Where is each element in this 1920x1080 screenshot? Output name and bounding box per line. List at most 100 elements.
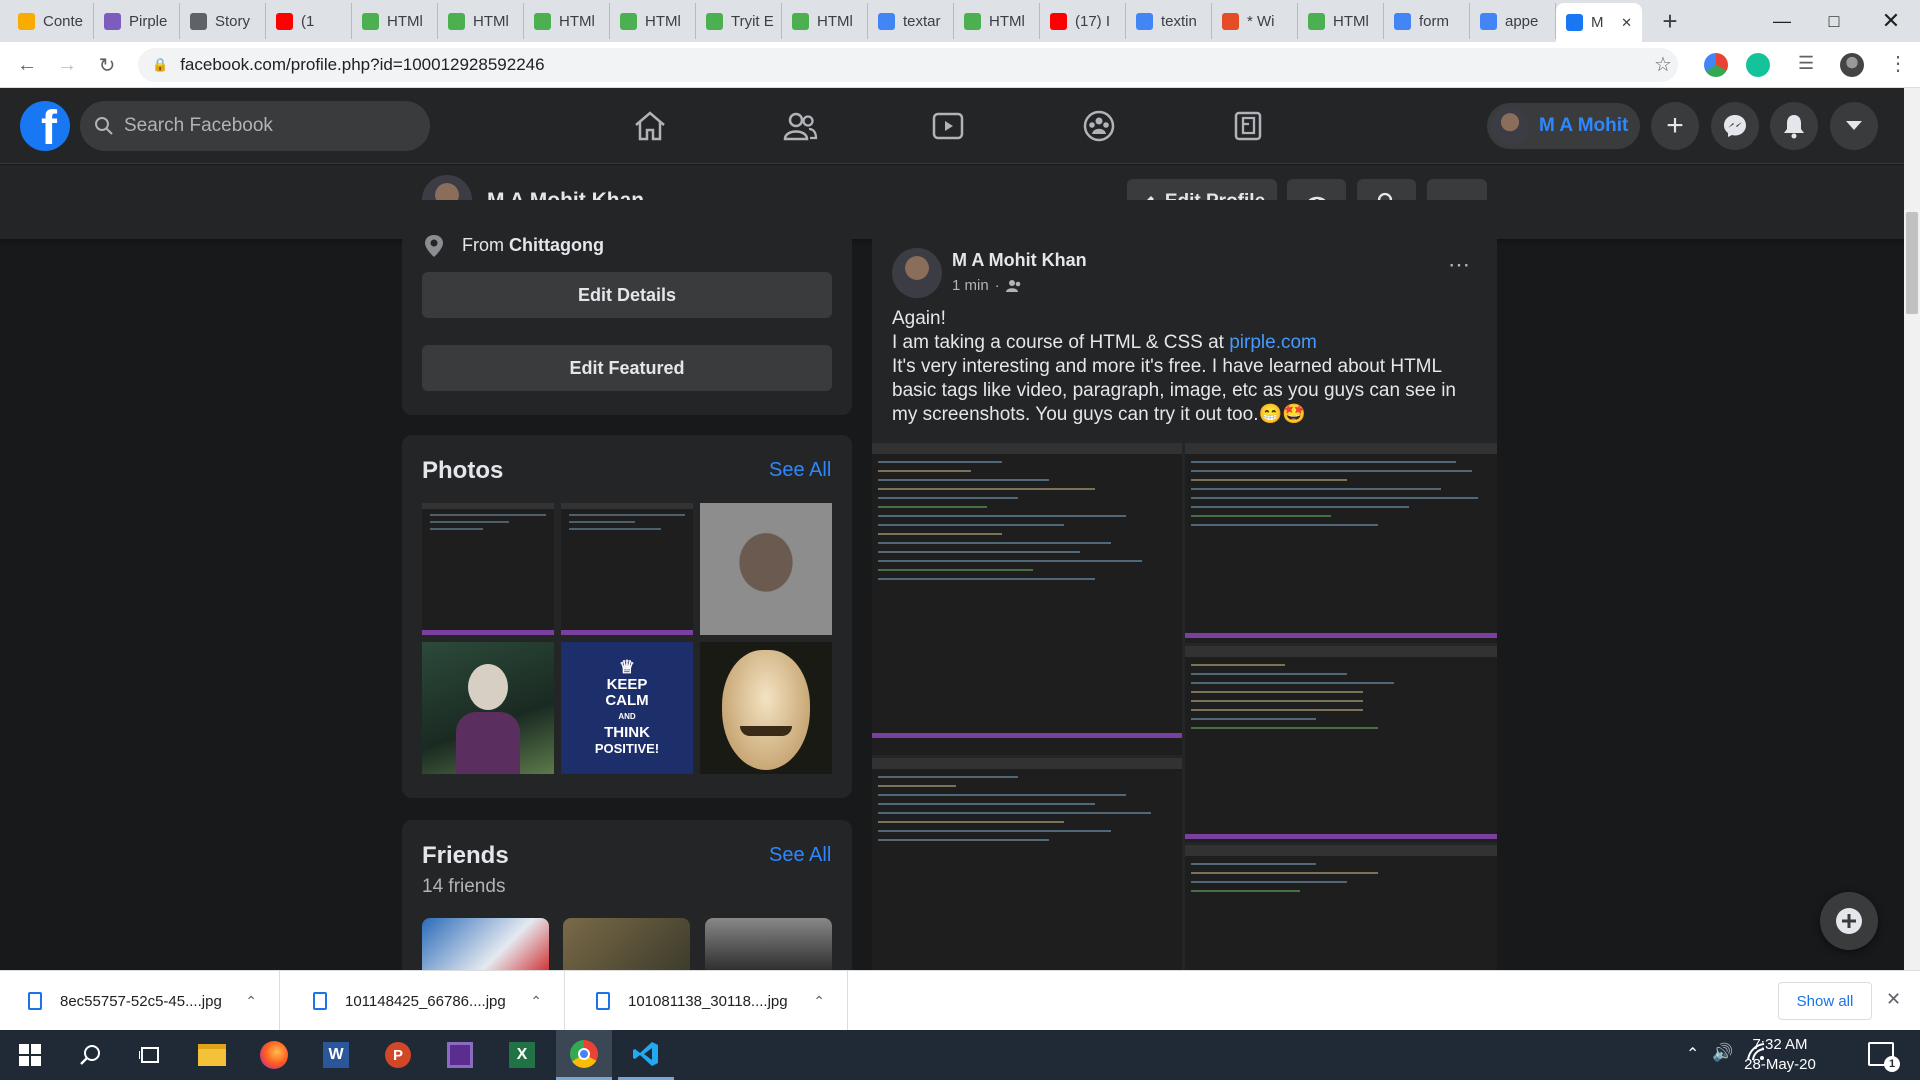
home-nav-icon[interactable]: [620, 98, 680, 154]
show-all-downloads-button[interactable]: Show all: [1778, 982, 1872, 1020]
chevron-up-icon[interactable]: ⌃: [813, 993, 825, 1010]
gaming-nav-icon[interactable]: [1218, 98, 1278, 154]
google-icon: [1394, 12, 1411, 30]
browser-tab[interactable]: HTMl: [610, 3, 696, 39]
account-menu-caret-icon[interactable]: [1830, 102, 1878, 150]
back-button[interactable]: ←: [12, 50, 42, 80]
download-item[interactable]: 101081138_30118....jpg ⌃: [568, 971, 848, 1031]
pirple-link[interactable]: pirple.com: [1229, 332, 1317, 353]
new-tab-button[interactable]: +: [1650, 3, 1690, 39]
chevron-up-icon[interactable]: ⌃: [245, 993, 257, 1010]
browser-tab[interactable]: Story: [180, 3, 266, 39]
post-options-icon[interactable]: ⋯: [1448, 252, 1470, 278]
close-tab-icon[interactable]: ✕: [1621, 15, 1632, 31]
from-city-link[interactable]: Chittagong: [509, 235, 604, 255]
browser-tab[interactable]: textar: [868, 3, 954, 39]
post-timestamp[interactable]: 1 min: [952, 277, 989, 294]
browser-tab[interactable]: Pirple: [94, 3, 180, 39]
photo-thumbnail[interactable]: [700, 642, 832, 774]
photo-thumbnail[interactable]: ♕ KEEP CALM AND THINK POSITIVE!: [561, 642, 693, 774]
photo-thumbnail[interactable]: [700, 503, 832, 635]
browser-tab[interactable]: textin: [1126, 3, 1212, 39]
browser-tab[interactable]: (1: [266, 3, 352, 39]
user-profile-chip[interactable]: M A Mohit: [1487, 103, 1640, 149]
tab-title: HTMl: [817, 12, 853, 30]
browser-tab[interactable]: HTMl: [782, 3, 868, 39]
close-window-button[interactable]: ✕: [1862, 0, 1920, 42]
taskbar-clock[interactable]: 7:32 AM 28-May-20: [1735, 1035, 1825, 1075]
edit-details-button[interactable]: Edit Details: [422, 272, 832, 318]
download-filename: 8ec55757-52c5-45....jpg: [60, 992, 222, 1010]
post-screenshot-image[interactable]: [1185, 845, 1497, 970]
browser-tab[interactable]: HTMl: [352, 3, 438, 39]
firefox-icon[interactable]: [246, 1030, 302, 1080]
windows-start-icon[interactable]: [2, 1030, 58, 1080]
browser-tab[interactable]: * Wi: [1212, 3, 1298, 39]
address-bar[interactable]: 🔒 facebook.com/profile.php?id=1000129285…: [138, 48, 1678, 82]
minimize-button[interactable]: —: [1753, 0, 1811, 42]
facebook-search-input[interactable]: Search Facebook: [80, 101, 430, 151]
browser-tab[interactable]: appe: [1470, 3, 1556, 39]
reload-button[interactable]: ↻: [92, 50, 122, 80]
post-screenshot-image[interactable]: [1185, 646, 1497, 842]
friends-audience-icon[interactable]: [1005, 279, 1022, 293]
media-control-icon[interactable]: ☰: [1798, 53, 1814, 74]
new-message-button[interactable]: [1820, 892, 1878, 950]
chrome-profile-avatar[interactable]: [1840, 53, 1864, 77]
friend-thumbnail[interactable]: [563, 918, 690, 978]
vscode-icon[interactable]: [618, 1030, 674, 1080]
create-button[interactable]: +: [1651, 102, 1699, 150]
friends-see-all-link[interactable]: See All: [769, 844, 831, 867]
file-explorer-icon[interactable]: [184, 1030, 240, 1080]
system-tray-chevron-icon[interactable]: ⌃: [1686, 1044, 1699, 1064]
messenger-icon[interactable]: [1711, 102, 1759, 150]
taskbar-search-icon[interactable]: [62, 1030, 118, 1080]
friends-nav-icon[interactable]: [770, 98, 830, 154]
youtube-icon: [1050, 12, 1067, 30]
browser-tab[interactable]: Conte: [8, 3, 94, 39]
edit-featured-button[interactable]: Edit Featured: [422, 345, 832, 391]
browser-tab[interactable]: (17) I: [1040, 3, 1126, 39]
forward-button[interactable]: →: [52, 50, 82, 80]
photo-thumbnail[interactable]: [561, 503, 693, 635]
download-item[interactable]: 101148425_66786....jpg ⌃: [285, 971, 565, 1031]
watch-nav-icon[interactable]: [918, 98, 978, 154]
calculator-icon[interactable]: [432, 1030, 488, 1080]
post-author-name[interactable]: M A Mohit Khan: [952, 250, 1087, 271]
photo-thumbnail[interactable]: [422, 503, 554, 635]
post-screenshot-image[interactable]: [872, 758, 1182, 970]
groups-nav-icon[interactable]: [1069, 98, 1129, 154]
excel-icon[interactable]: X: [494, 1030, 550, 1080]
browser-tab[interactable]: M ✕: [1556, 3, 1642, 42]
post-screenshot-image[interactable]: [872, 443, 1182, 755]
notifications-bell-icon[interactable]: [1770, 102, 1818, 150]
powerpoint-icon[interactable]: P: [370, 1030, 426, 1080]
friend-thumbnail[interactable]: [705, 918, 832, 978]
extension-icon[interactable]: [1704, 53, 1728, 77]
browser-tab[interactable]: HTMl: [438, 3, 524, 39]
chrome-menu-icon[interactable]: ⋮: [1888, 51, 1908, 76]
browser-tab[interactable]: HTMl: [954, 3, 1040, 39]
friend-thumbnail[interactable]: [422, 918, 549, 978]
photos-see-all-link[interactable]: See All: [769, 459, 831, 482]
facebook-logo-icon[interactable]: f: [20, 101, 70, 151]
word-icon[interactable]: W: [308, 1030, 364, 1080]
browser-tab[interactable]: HTMl: [524, 3, 610, 39]
download-item[interactable]: 8ec55757-52c5-45....jpg ⌃: [0, 971, 280, 1031]
post-author-avatar[interactable]: [892, 248, 942, 298]
task-view-icon[interactable]: [122, 1030, 178, 1080]
chrome-taskbar-icon[interactable]: [556, 1030, 612, 1080]
close-download-shelf-icon[interactable]: ✕: [1886, 989, 1901, 1010]
scrollbar-thumb[interactable]: [1906, 212, 1918, 314]
grammarly-icon[interactable]: [1746, 53, 1770, 77]
post-screenshot-image[interactable]: [1185, 443, 1497, 643]
volume-icon[interactable]: 🔊: [1712, 1043, 1733, 1063]
bookmark-star-icon[interactable]: ☆: [1654, 52, 1672, 77]
maximize-button[interactable]: □: [1805, 0, 1863, 42]
browser-tab[interactable]: form: [1384, 3, 1470, 39]
chevron-up-icon[interactable]: ⌃: [530, 993, 542, 1010]
photo-thumbnail[interactable]: [422, 642, 554, 774]
facebook-header: f Search Facebook M A Mohit +: [0, 88, 1904, 164]
browser-tab[interactable]: Tryit E: [696, 3, 782, 39]
browser-tab[interactable]: HTMl: [1298, 3, 1384, 39]
